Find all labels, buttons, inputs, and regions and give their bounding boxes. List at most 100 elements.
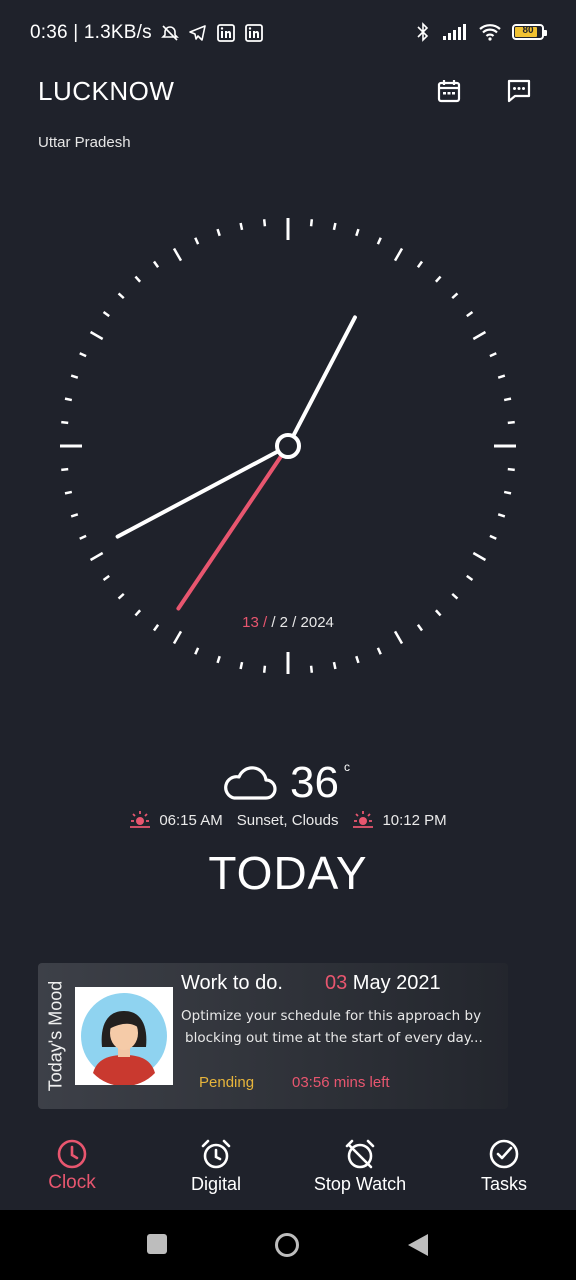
clock-tick (497, 374, 506, 379)
clock-tick (472, 551, 487, 562)
clock-tick (376, 647, 382, 655)
battery-level: 80 (522, 25, 534, 36)
clock-tick (489, 534, 497, 540)
cloud-icon (224, 766, 277, 800)
clock-tick (451, 292, 459, 300)
task-description-line1: Optimize your schedule for this approach… (181, 1008, 482, 1024)
status-bar: 0:36 | 1.3KB/s 80 (0, 0, 576, 64)
alarm-off-icon (160, 25, 179, 41)
avatar (75, 987, 173, 1085)
clock-tick (79, 352, 87, 358)
calendar-icon (437, 80, 461, 103)
day-label: TODAY (208, 847, 368, 899)
clock-tick (309, 219, 314, 227)
battery-icon: 80 (512, 24, 547, 40)
clock-tick (466, 574, 474, 582)
clock-tick (332, 661, 337, 670)
clock-tick (172, 247, 183, 262)
clock-tick (64, 490, 73, 495)
clock-tick (61, 420, 69, 425)
clock-tick (393, 630, 404, 645)
nav-digital-label: Digital (190, 1174, 242, 1194)
second-hand (176, 444, 290, 611)
sunrise-time: 06:15 AM (159, 811, 223, 829)
clock-tick (216, 228, 221, 237)
clock-tick (102, 574, 110, 582)
clock-icon (57, 1139, 87, 1169)
bottom-nav: Clock Digital Stop Watch Tasks (0, 1128, 576, 1208)
clock-tick (117, 592, 125, 600)
clock-tick (152, 260, 160, 268)
weather-condition: Sunset, Clouds (236, 811, 339, 829)
clock-tick (70, 513, 79, 518)
mood-task-card[interactable]: Today's Mood Work to do. 03 May 2021 Opt… (38, 963, 508, 1109)
linkedin-icon (216, 24, 235, 42)
task-description-line2: blocking out time at the start of every … (185, 1030, 483, 1046)
status-left: 0:36 | 1.3KB/s (30, 22, 264, 44)
clock-tick (507, 467, 515, 472)
recent-apps-button[interactable] (147, 1234, 167, 1254)
message-button[interactable] (504, 76, 534, 106)
nav-stopwatch-label: Stop Watch (313, 1174, 407, 1194)
sunrise-icon (130, 811, 151, 828)
state-name: Uttar Pradesh (38, 134, 131, 151)
wifi-icon (479, 24, 501, 41)
clock-tick (194, 647, 200, 655)
clock-date-sep: / (258, 614, 268, 631)
nav-clock[interactable]: Clock (12, 1128, 132, 1194)
clock-tick (503, 490, 512, 495)
clock-tick (61, 467, 69, 472)
clock-tick (117, 292, 125, 300)
clock-tick (70, 374, 79, 379)
clock-tick (89, 330, 104, 341)
clock-tick (102, 310, 110, 318)
clock-tick (239, 661, 244, 670)
clock-tick (194, 237, 200, 245)
nav-clock-label: Clock (48, 1172, 96, 1193)
clock-tick (79, 534, 87, 540)
clock-tick (355, 228, 360, 237)
clock-tick (393, 247, 404, 262)
nav-stopwatch[interactable]: Stop Watch (300, 1128, 420, 1195)
clock-center (275, 433, 301, 459)
clock-tick (239, 222, 244, 231)
clock-tick (309, 665, 314, 673)
back-icon (408, 1234, 428, 1256)
clock-tick (262, 219, 267, 227)
task-time-left: 03:56 mins left (292, 1074, 390, 1091)
clock-date-rest: / 2 / 2024 (267, 614, 334, 631)
clock-tick (172, 630, 183, 645)
nav-digital[interactable]: Digital (156, 1128, 276, 1195)
clock-tick (451, 592, 459, 600)
temperature: 36 (290, 758, 339, 807)
status-time-speed: 0:36 | 1.3KB/s (30, 22, 152, 43)
nav-tasks-label: Tasks (480, 1174, 527, 1194)
message-icon (507, 79, 531, 103)
clock-tick (355, 655, 360, 664)
mood-side-label: Today's Mood (38, 963, 74, 1109)
telegram-icon (189, 25, 206, 41)
task-date-day: 03 (325, 972, 348, 994)
clock-tick (472, 330, 487, 341)
mood-label-text: Today's Mood (45, 980, 66, 1092)
calendar-button[interactable] (434, 76, 464, 106)
status-right: 80 (414, 22, 547, 42)
clock-tick (89, 551, 104, 562)
clock-tick (376, 237, 382, 245)
clock-tick (507, 420, 515, 425)
task-date: 03 May 2021 (325, 972, 441, 995)
task-title: Work to do. (181, 972, 283, 994)
clock-tick (503, 397, 512, 402)
clock-tick (64, 397, 73, 402)
clock-tick (416, 260, 424, 268)
clock-date-day: 13 (242, 614, 259, 631)
task-description: Optimize your schedule for this approach… (181, 1005, 506, 1049)
sunset-time: 10:12 PM (382, 811, 447, 829)
sunset-icon (353, 811, 374, 828)
alarm-clock-icon (201, 1139, 231, 1169)
city-name: LUCKNOW (38, 76, 175, 106)
check-circle-icon (489, 1139, 519, 1169)
back-button[interactable] (406, 1232, 430, 1258)
home-button[interactable] (275, 1233, 299, 1257)
nav-tasks[interactable]: Tasks (444, 1128, 564, 1195)
